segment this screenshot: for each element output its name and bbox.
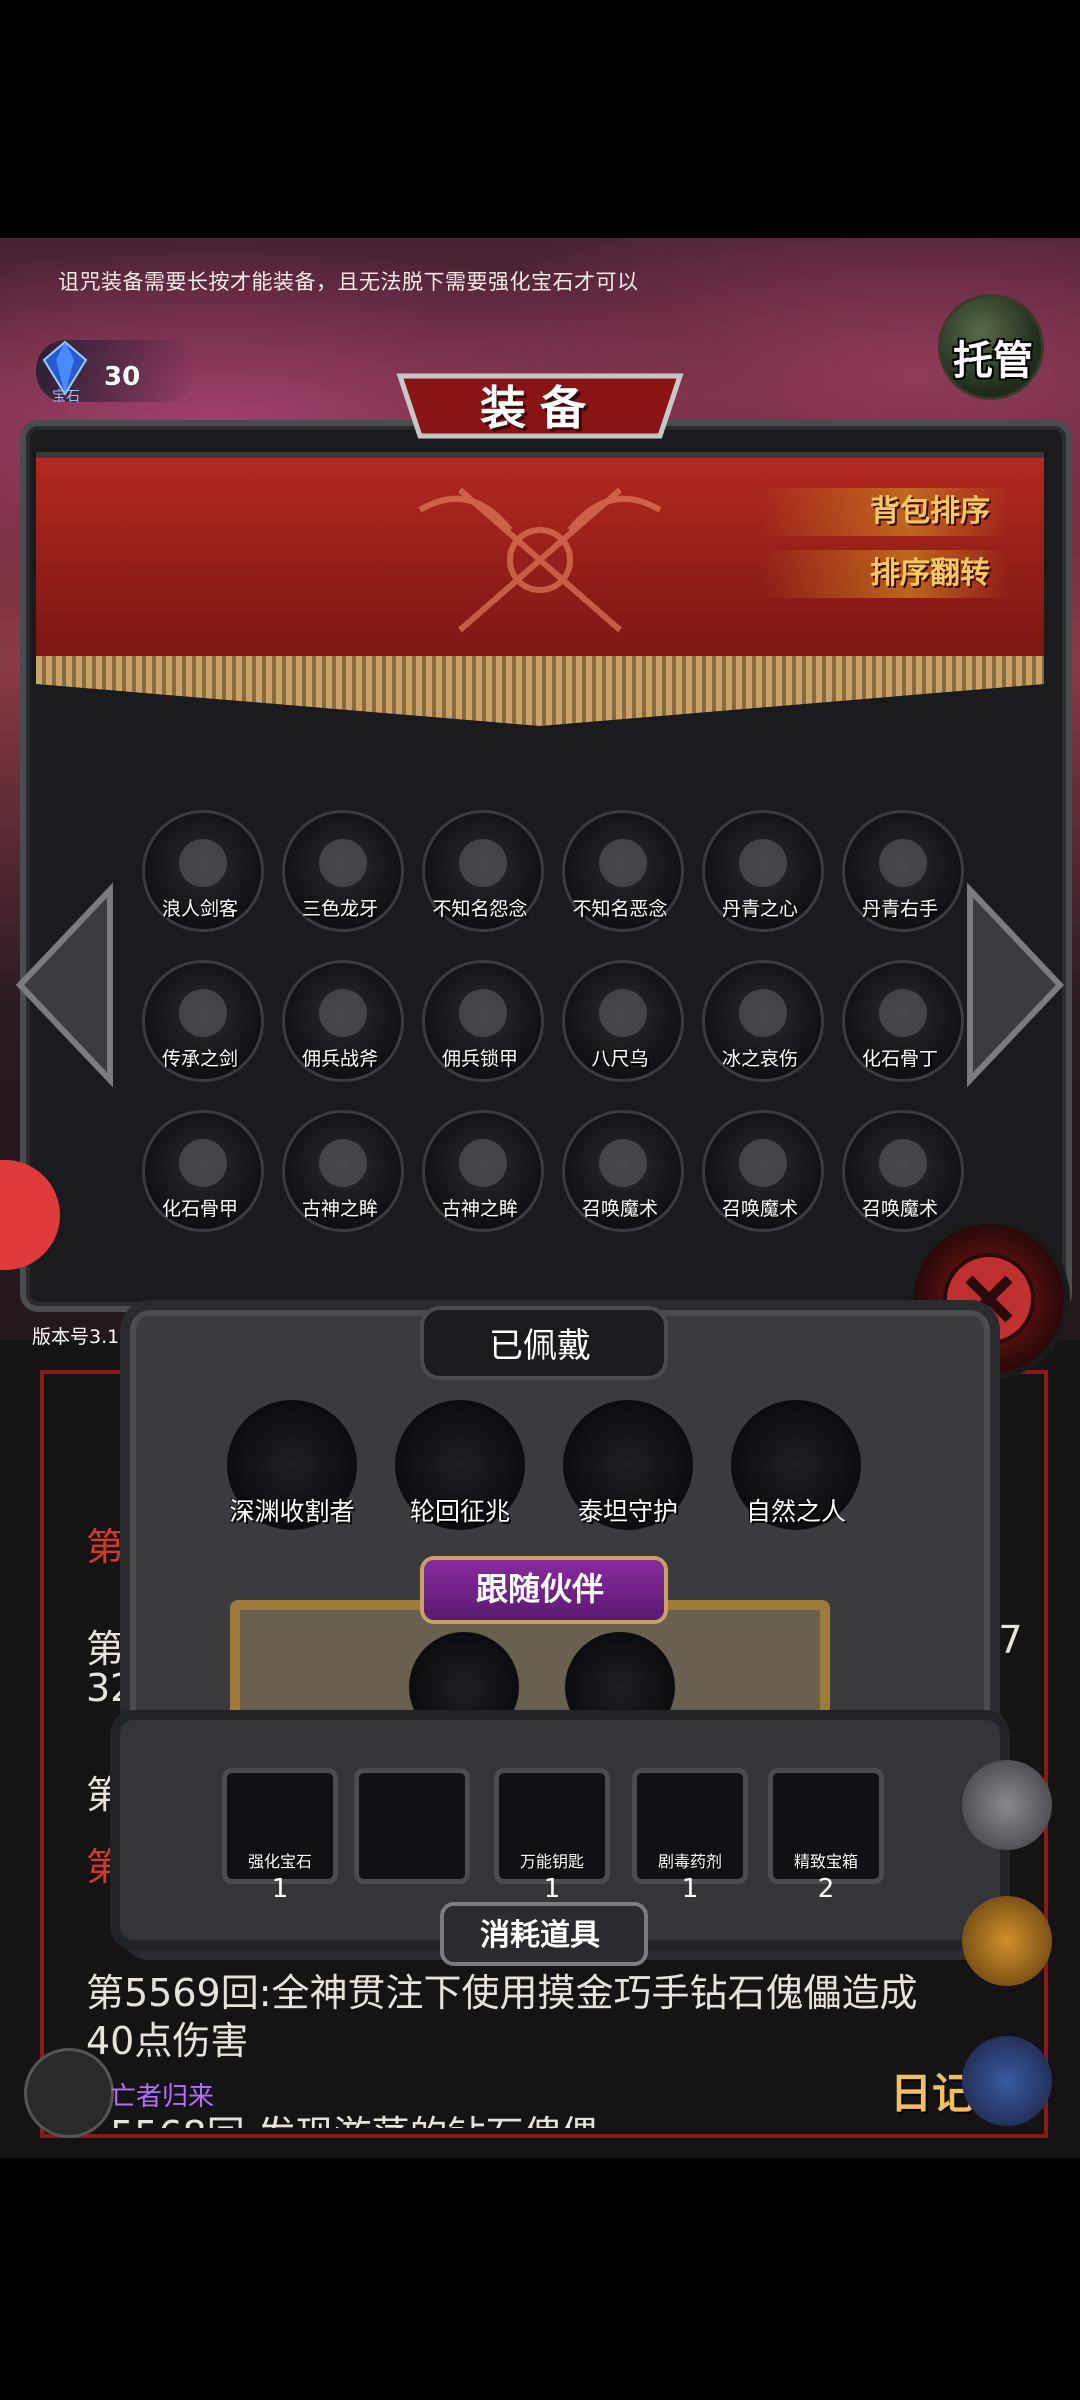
item-label: 召唤魔术 [721,1198,798,1220]
ronin-icon [179,839,227,887]
consumable-count: 1 [543,1874,561,1904]
worn-label: 轮回征兆 [409,1497,510,1526]
crow-icon [599,989,647,1037]
item-label: 丹青右手 [861,898,938,920]
consumable-label: 万能钥匙 [519,1852,584,1871]
item-label: 传承之剑 [161,1048,238,1070]
next-page-arrow-icon[interactable] [960,880,1070,1090]
item-label: 浪人剑客 [161,898,238,920]
prev-page-arrow-icon[interactable] [10,880,120,1090]
ice-sword-icon [739,989,787,1037]
bone-armor-icon [179,1139,227,1187]
tavern-mug-icon[interactable] [962,1896,1052,1986]
consumable-count: 1 [681,1874,699,1904]
axe-icon [319,989,367,1037]
consumable-count: 2 [817,1874,835,1904]
pentagram-icon [879,1139,927,1187]
pentagram-icon [739,1139,787,1187]
item-label: 化石骨丁 [861,1048,938,1070]
hint-text: 诅咒装备需要长按才能装备，且无法脱下需要强化宝石才可以 [58,270,639,294]
worn-title: 已佩戴 [489,1326,591,1366]
diary-button-label[interactable]: 日记 [890,2060,974,2121]
consumable-count: 1 [271,1874,289,1904]
item-label: 召唤魔术 [861,1198,938,1220]
gem-count: 30 [104,362,141,392]
spirit-icon [599,839,647,887]
pentagram-icon [599,1139,647,1187]
worn-label: 泰坦守护 [577,1497,678,1526]
panel-title: 装备 [480,381,600,435]
item-label: 冰之哀伤 [721,1048,798,1070]
item-label: 丹青之心 [721,898,798,920]
log-line: 40点伤害 [86,2019,249,2063]
companion-title: 跟随伙伴 [475,1570,604,1608]
knight-helmet-icon[interactable] [962,1760,1052,1850]
item-label: 佣兵锁甲 [441,1048,518,1070]
item-label: 不知名怨念 [432,898,528,920]
sword-icon [179,989,227,1037]
item-label: 召唤魔术 [581,1198,658,1220]
item-label: 佣兵战斧 [301,1048,378,1070]
auto-button-label[interactable]: 托管 [940,328,1046,386]
crossed-swords-emblem-icon [418,487,662,633]
consumable-label: 剧毒药剂 [657,1852,722,1871]
eye-icon [459,1139,507,1187]
eye-icon [319,1139,367,1187]
consumables-title: 消耗道具 [480,1918,600,1953]
item-label: 八尺乌 [591,1048,649,1070]
avatar[interactable] [24,2048,114,2138]
log-line: 第 [86,1525,125,1569]
item-label: 化石骨甲 [161,1198,238,1220]
empty-slot[interactable] [354,1768,470,1884]
item-label: 三色龙牙 [301,898,378,920]
bone-icon [879,989,927,1037]
item-label: 古神之眸 [441,1198,518,1220]
ghost-icon [459,839,507,887]
player-name: 亡者归来 [110,2082,215,2112]
chainmail-icon [459,989,507,1037]
consumable-label: 强化宝石 [247,1852,312,1871]
glove-icon [879,839,927,887]
diary-book-icon[interactable] [962,2036,1052,2126]
consumable-label: 精致宝箱 [793,1852,858,1871]
item-label: 古神之眸 [301,1198,378,1220]
serpent-icon [739,839,787,887]
gem-label: 宝石 [52,389,80,405]
sort-reverse-button[interactable]: 排序翻转 [760,550,1010,598]
log-line: 第5569回:全神贯注下使用摸金巧手钻石傀儡造成 [86,1971,918,2015]
worn-label: 深渊收割者 [229,1497,355,1526]
version-label: 版本号3.16 [32,1326,132,1348]
item-label: 不知名恶念 [572,898,668,920]
dragon-fang-icon [319,839,367,887]
bag-sort-button[interactable]: 背包排序 [760,488,1010,536]
log-line: 第 [86,1627,125,1671]
worn-label: 自然之人 [745,1497,846,1526]
